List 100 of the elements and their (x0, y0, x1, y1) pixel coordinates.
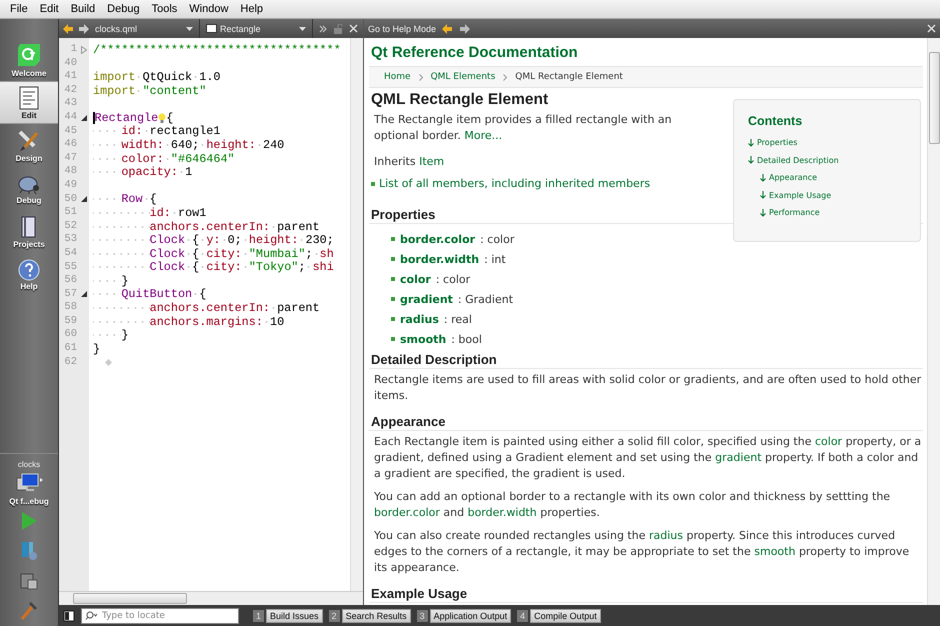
documentation-title: Qt Reference Documentation (370, 43, 579, 63)
line-number: 56 (63, 274, 78, 288)
code-line: import "content" (92, 84, 206, 98)
menu-item[interactable]: Window (183, 3, 234, 15)
section-heading: Example Usage (369, 583, 923, 603)
breadcrumb-item[interactable]: Home (384, 72, 411, 82)
contents-link[interactable]: Detailed Description (757, 156, 839, 165)
dropdown-caret-icon (299, 26, 306, 30)
mode-tab[interactable]: Welcome (0, 38, 58, 81)
property-link[interactable]: border.width (400, 252, 480, 266)
collapse-arrow-icon[interactable] (81, 114, 87, 121)
code-line: Row { (89, 192, 157, 206)
menu-item[interactable]: File (4, 3, 34, 15)
property-type: : int (484, 252, 506, 266)
back-icon[interactable] (63, 24, 73, 34)
line-number: 1 (70, 43, 78, 57)
bullet-icon (391, 337, 395, 341)
expand-arrow-icon[interactable] (81, 46, 87, 54)
paragraph: Inherits Item (374, 154, 446, 170)
property-link[interactable]: smooth (400, 332, 446, 346)
line-number: 41 (63, 70, 78, 84)
mode-tab[interactable]: Debug (0, 167, 58, 210)
link[interactable]: smooth (754, 545, 796, 558)
close-icon[interactable] (927, 24, 936, 33)
section-heading: Detailed Description (369, 349, 923, 369)
line-number: 50 (63, 192, 78, 206)
forward-icon[interactable] (460, 24, 472, 34)
chevron-icon (418, 74, 423, 80)
collapse-arrow-icon[interactable] (81, 196, 87, 202)
line-number: 42 (63, 84, 78, 98)
menu-item[interactable]: Help (234, 3, 270, 15)
lock-icon[interactable] (333, 24, 343, 34)
forward-icon[interactable] (79, 24, 89, 34)
page-heading: QML Rectangle Element (371, 91, 550, 109)
contents-link[interactable]: Appearance (769, 173, 818, 182)
deploy-icon[interactable] (20, 572, 38, 590)
code-line: width: 640; height: 240 (89, 138, 284, 152)
line-number: 49 (63, 178, 78, 193)
project-name: clocks (16, 460, 42, 469)
mode-tab[interactable]: Edit (0, 81, 58, 124)
scrollbar[interactable] (350, 38, 363, 591)
mode-tab[interactable]: Design (0, 124, 58, 167)
property-type: : color (480, 232, 514, 246)
code-line: id: row1 (89, 206, 206, 220)
link[interactable]: Item (419, 155, 444, 168)
search-icon (85, 610, 97, 620)
menu-item[interactable]: Build (64, 3, 102, 15)
help-icon (18, 258, 40, 280)
property-type: : real (444, 312, 472, 326)
code-line: Clock { city: "Tokyo"; shi (89, 260, 334, 274)
link[interactable]: More... (464, 129, 502, 142)
line-number: 45 (63, 124, 78, 138)
breadcrumb-item[interactable]: QML Elements (430, 72, 496, 82)
line-number: 40 (63, 56, 78, 70)
property-link[interactable]: radius (400, 312, 439, 326)
horizontal-scrollbar[interactable] (59, 591, 363, 605)
down-arrow-icon (760, 191, 766, 200)
property-link[interactable]: border.color (400, 232, 476, 246)
down-arrow-icon (760, 174, 766, 182)
brush-icon (17, 128, 41, 152)
menu-item[interactable]: Tools (146, 3, 184, 15)
line-number: 43 (63, 97, 78, 111)
down-arrow-icon (748, 156, 754, 164)
property-type: : color (436, 272, 470, 286)
property-link[interactable]: color (400, 272, 431, 286)
mode-tab[interactable]: Projects (0, 210, 58, 253)
sidebar-toggle-icon[interactable] (63, 610, 75, 622)
kit-selector[interactable]: Qt f...ebug (0, 473, 58, 506)
link[interactable]: radius (648, 529, 683, 542)
property-type: : bool (451, 332, 482, 346)
contents-link[interactable]: Example Usage (769, 190, 832, 200)
link[interactable]: List of all members, including inherited members (379, 177, 650, 190)
bullet-icon (371, 182, 375, 186)
lightbulb-icon[interactable] (158, 112, 166, 123)
hammer-icon[interactable] (19, 601, 39, 621)
contents-link[interactable]: Performance (769, 208, 820, 218)
code-line: Rectangle { (92, 110, 174, 125)
link[interactable]: gradient (715, 451, 762, 464)
line-number: 48 (63, 165, 78, 179)
close-icon[interactable] (349, 24, 358, 33)
line-number: 54 (63, 246, 78, 260)
mode-tab[interactable]: Help (0, 253, 58, 296)
code-line: import QtQuick 1.0 (92, 70, 220, 84)
menu-item[interactable]: Debug (101, 3, 146, 15)
back-icon[interactable] (442, 24, 454, 34)
down-arrow-icon (760, 208, 766, 217)
locate-field[interactable]: Type to locate (81, 608, 239, 624)
link[interactable]: color (814, 435, 842, 448)
property-link[interactable]: gradient (400, 292, 453, 306)
collapse-arrow-icon[interactable] (81, 291, 87, 298)
bullet-icon (391, 257, 395, 261)
contents-link[interactable]: Properties (757, 138, 798, 148)
help-mode-link[interactable]: Go to Help Mode (368, 24, 436, 34)
line-number: 60 (63, 328, 78, 342)
scrollbar[interactable] (927, 38, 940, 605)
link[interactable]: border.width (468, 506, 537, 519)
line-number: 57 (63, 288, 78, 302)
document-icon (19, 86, 39, 110)
link[interactable]: border.color (374, 506, 440, 519)
menu-item[interactable]: Edit (34, 3, 65, 15)
